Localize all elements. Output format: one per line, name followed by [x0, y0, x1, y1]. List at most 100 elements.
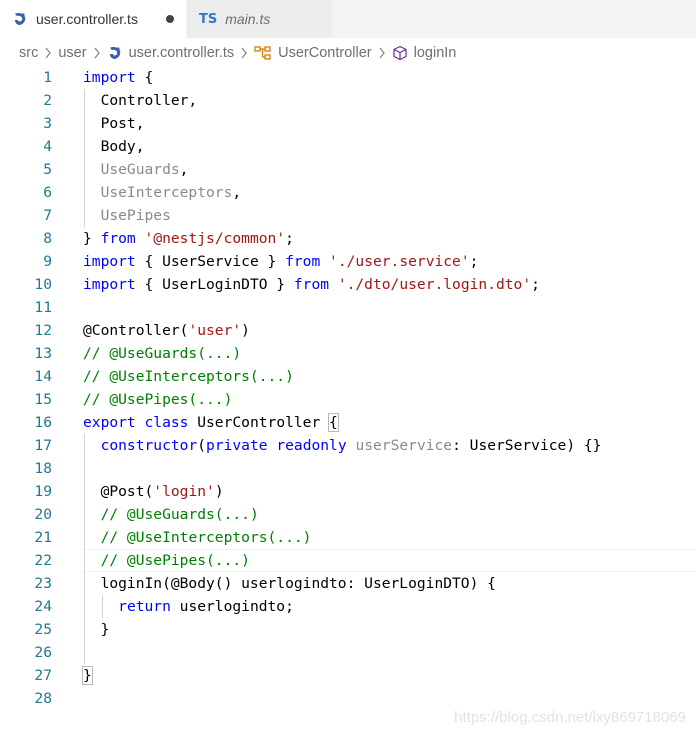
code-text: // @UsePipes(...) — [100, 552, 250, 569]
code-line: 9 import { UserService } from './user.ser… — [0, 250, 696, 273]
code-line: 2 Controller, — [0, 89, 696, 112]
code-line: 23 loginIn(@Body() userlogindto: UserLog… — [0, 572, 696, 595]
code-text: @Post('login') — [83, 483, 224, 500]
code-line: 13 // @UseGuards(...) — [0, 342, 696, 365]
code-line: 6 UseInterceptors, — [0, 181, 696, 204]
code-line: 27} — [0, 664, 696, 687]
line-number: 13 — [34, 345, 52, 362]
code-line: 28 — [0, 687, 696, 710]
line-number: 2 — [43, 92, 52, 109]
code-text: } — [83, 621, 110, 638]
code-line: 16 export class UserController { — [0, 411, 696, 434]
code-text: Post, — [83, 115, 145, 132]
line-number: 16 — [34, 414, 52, 431]
nestjs-icon — [109, 47, 120, 59]
breadcrumb-label: src — [19, 45, 39, 61]
line-number: 1 — [43, 69, 52, 86]
line-number: 15 — [34, 391, 52, 408]
code-line: 24 return userlogindto; — [0, 595, 696, 618]
code-line: 8} from '@nestjs/common'; — [0, 227, 696, 250]
code-line: 5 UseGuards, — [0, 158, 696, 181]
code-text: // @UseGuards(...) — [100, 506, 259, 523]
breadcrumb-label: UserController — [278, 45, 372, 61]
line-number: 8 — [43, 230, 52, 247]
code-line: 21 // @UseInterceptors(...) — [0, 526, 696, 549]
code-line: 19 @Post('login') — [0, 480, 696, 503]
line-number: 7 — [43, 207, 52, 224]
line-number: 28 — [34, 690, 52, 707]
line-number: 27 — [34, 667, 52, 684]
chevron-right-icon — [93, 47, 101, 59]
code-text: } — [82, 666, 93, 685]
line-number: 18 — [34, 460, 52, 477]
line-number: 17 — [34, 437, 52, 454]
line-number: 22 — [34, 552, 52, 569]
code-line: 3 Post, — [0, 112, 696, 135]
breadcrumb-user[interactable]: user — [58, 45, 86, 61]
tab-user-controller[interactable]: user.controller.ts — [0, 0, 186, 38]
line-number: 6 — [43, 184, 52, 201]
tab-label: main.ts — [225, 11, 271, 27]
line-number: 9 — [43, 253, 52, 270]
code-line: 18 — [0, 457, 696, 480]
code-text: loginIn(@Body() userlogindto: UserLoginD… — [83, 575, 496, 592]
line-number: 5 — [43, 161, 52, 178]
nestjs-icon — [12, 11, 28, 27]
code-text: // @UsePipes(...) — [83, 391, 233, 408]
line-number: 24 — [34, 598, 52, 615]
tab-label: user.controller.ts — [36, 11, 138, 27]
line-number: 25 — [34, 621, 52, 638]
code-text: // @UseInterceptors(...) — [100, 529, 312, 546]
chevron-right-icon — [44, 47, 52, 59]
code-text: import { UserLoginDTO } from './dto/user… — [83, 276, 540, 293]
code-line: 20 // @UseGuards(...) — [0, 503, 696, 526]
line-number: 12 — [34, 322, 52, 339]
breadcrumb-file[interactable]: user.controller.ts — [107, 45, 235, 61]
code-line: 1 import { — [0, 66, 696, 89]
line-number: 20 — [34, 506, 52, 523]
code-text: constructor(private readonly userService… — [100, 437, 602, 454]
watermark: https://blog.csdn.net/lxy869718069 — [454, 709, 686, 726]
code-text: import { — [83, 69, 154, 86]
code-line: 12 @Controller('user') — [0, 319, 696, 342]
modified-dot-icon[interactable] — [166, 15, 174, 23]
chevron-right-icon — [378, 47, 386, 59]
tab-main[interactable]: TS main.ts — [186, 0, 332, 38]
breadcrumb-label: loginIn — [413, 45, 457, 61]
code-text: export class UserController { — [83, 413, 339, 432]
line-number: 3 — [43, 115, 52, 132]
typescript-icon: TS — [199, 11, 218, 27]
breadcrumb-class[interactable]: UserController — [254, 45, 372, 61]
line-number: 23 — [34, 575, 52, 592]
code-line: 26 — [0, 641, 696, 664]
code-text: UseGuards, — [83, 161, 189, 178]
breadcrumb-method[interactable]: loginIn — [392, 45, 457, 61]
code-line: 11 — [0, 296, 696, 319]
line-number: 21 — [34, 529, 52, 546]
line-number: 4 — [43, 138, 52, 155]
code-text: import { UserService } from './user.serv… — [83, 253, 479, 270]
indent-guide — [84, 641, 85, 664]
breadcrumb-label: user.controller.ts — [128, 45, 235, 61]
line-number: 26 — [34, 644, 52, 661]
code-text: return userlogindto; — [118, 598, 294, 615]
code-line-current: 22 // @UsePipes(...) — [0, 549, 696, 572]
code-text: // @UseGuards(...) — [83, 345, 242, 362]
code-line: 25 } — [0, 618, 696, 641]
code-text: @Controller('user') — [83, 322, 250, 339]
breadcrumb: src user user.controller.ts UserControll… — [0, 38, 696, 68]
code-text: // @UseInterceptors(...) — [83, 368, 294, 385]
line-number: 11 — [34, 299, 52, 316]
code-text: Controller, — [83, 92, 198, 109]
breadcrumb-src[interactable]: src — [19, 45, 38, 61]
code-editor[interactable]: 1 import { 2 Controller, 3 Post, 4 Body, … — [0, 66, 696, 736]
line-number: 19 — [34, 483, 52, 500]
code-text: Body, — [83, 138, 145, 155]
line-number: 14 — [34, 368, 52, 385]
code-line: 14 // @UseInterceptors(...) — [0, 365, 696, 388]
code-text: UsePipes — [83, 207, 171, 224]
indent-guide — [84, 457, 85, 480]
chevron-right-icon — [240, 47, 248, 59]
code-text: UseInterceptors, — [83, 184, 242, 201]
code-line: 10 import { UserLoginDTO } from './dto/us… — [0, 273, 696, 296]
